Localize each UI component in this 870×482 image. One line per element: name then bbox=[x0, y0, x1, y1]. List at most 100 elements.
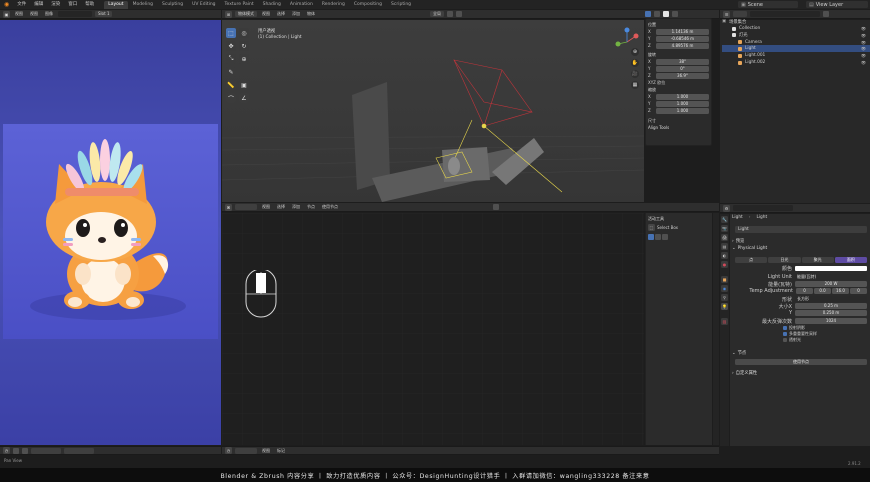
image-menu-view[interactable]: 视图 bbox=[13, 11, 25, 17]
dimensions-heading[interactable]: 尺寸 bbox=[648, 117, 709, 124]
light-data-tab-icon[interactable]: 💡 bbox=[721, 303, 728, 310]
camera-view-icon[interactable]: 🎥 bbox=[631, 70, 639, 78]
image-menu-view-2[interactable]: 视图 bbox=[28, 11, 40, 17]
cursor-tool-icon[interactable]: ◎ bbox=[239, 28, 249, 38]
tab-rendering[interactable]: Rendering bbox=[318, 1, 349, 9]
tool-tab-icon[interactable]: 🔧 bbox=[721, 216, 728, 223]
menu-file[interactable]: 文件 bbox=[13, 0, 30, 9]
world-tab-icon[interactable]: ● bbox=[721, 261, 728, 268]
transmission-checkbox[interactable] bbox=[783, 338, 787, 342]
select-mode-subtract-icon[interactable] bbox=[662, 233, 668, 240]
constraints-tab-icon[interactable]: ⚲ bbox=[721, 294, 728, 301]
viewport-menu-object[interactable]: 物体 bbox=[305, 11, 317, 17]
outliner-item[interactable]: Light.002 👁 bbox=[722, 59, 870, 66]
light-type-area[interactable]: 面积 bbox=[834, 256, 867, 263]
scene-selector[interactable]: ▣ Scene bbox=[738, 1, 798, 8]
use-nodes-toggle[interactable]: 使用节点 bbox=[320, 204, 340, 210]
outliner-search-field[interactable] bbox=[750, 11, 820, 17]
rotation-x-field[interactable]: 38° bbox=[656, 58, 709, 65]
object-tab-icon[interactable]: ■ bbox=[721, 276, 728, 283]
mis-checkbox[interactable] bbox=[783, 332, 787, 336]
output-tab-icon[interactable]: 🖨 bbox=[721, 234, 728, 241]
zoom-icon[interactable]: ⊕ bbox=[631, 48, 639, 56]
footer-menu-marker[interactable]: 标记 bbox=[275, 448, 287, 454]
transform-tool-icon[interactable]: ⊕ bbox=[239, 54, 249, 64]
size-x-field[interactable]: 0.25 m bbox=[795, 303, 867, 309]
light-type-spot[interactable]: 聚光 bbox=[801, 256, 834, 263]
shading-solid-icon[interactable] bbox=[663, 11, 669, 17]
transform-orientation-dropdown[interactable]: 全局 bbox=[430, 11, 444, 17]
select-box-icon[interactable]: ⬚ bbox=[648, 224, 655, 231]
frame-end-field[interactable] bbox=[64, 447, 94, 454]
scale-y-field[interactable]: 1.000 bbox=[656, 100, 709, 107]
temp-field-1[interactable]: 0 bbox=[796, 288, 813, 294]
render-result-selector[interactable] bbox=[58, 11, 92, 17]
light-type-sun[interactable]: 日光 bbox=[768, 256, 801, 263]
tab-scripting[interactable]: Scripting bbox=[387, 1, 415, 9]
size-y-field[interactable]: 0.250 m bbox=[795, 310, 867, 316]
shape-dropdown[interactable]: 长方形 bbox=[795, 296, 867, 302]
ortho-toggle-icon[interactable]: ▦ bbox=[631, 81, 639, 89]
select-tool-icon[interactable]: ⬚ bbox=[226, 28, 236, 38]
menu-window[interactable]: 窗口 bbox=[64, 0, 81, 9]
cast-shadow-checkbox[interactable] bbox=[783, 326, 787, 330]
filter-icon[interactable] bbox=[823, 11, 829, 17]
tab-layout[interactable]: Layout bbox=[104, 0, 128, 9]
node-menu-node[interactable]: 节点 bbox=[305, 204, 317, 210]
node-tree-type-dropdown[interactable] bbox=[235, 204, 257, 210]
render-tab-icon[interactable]: 📷 bbox=[721, 225, 728, 232]
viewport-menu-view[interactable]: 视图 bbox=[260, 11, 272, 17]
slot-selector[interactable]: Slot 1 bbox=[95, 11, 113, 17]
tab-shading[interactable]: Shading bbox=[259, 1, 285, 9]
light-unit-dropdown[interactable]: 能量(瓦特) bbox=[795, 274, 867, 280]
location-x-field[interactable]: 1.14136 m bbox=[656, 28, 709, 35]
snap-icon[interactable] bbox=[447, 11, 453, 17]
xray-icon[interactable] bbox=[654, 11, 660, 17]
select-mode-extend-icon[interactable] bbox=[655, 233, 661, 240]
node-menu-view[interactable]: 视图 bbox=[260, 204, 272, 210]
move-tool-icon[interactable]: ✥ bbox=[226, 41, 236, 51]
scale-z-field[interactable]: 1.000 bbox=[656, 107, 709, 114]
use-nodes-button[interactable]: 使用节点 bbox=[735, 359, 867, 365]
nodes-panel[interactable]: ⌄ 节点 bbox=[732, 350, 746, 357]
playback-icon[interactable] bbox=[13, 447, 19, 454]
visibility-eye-icon[interactable]: 👁 bbox=[861, 26, 866, 31]
keying-icon[interactable] bbox=[22, 447, 28, 454]
annotate-tool-icon[interactable]: ✎ bbox=[226, 67, 236, 77]
breadcrumb-data[interactable]: Light bbox=[756, 215, 767, 220]
datablock-selector[interactable]: Light bbox=[735, 226, 867, 233]
power-field[interactable]: 200 W bbox=[795, 281, 867, 287]
outliner-root[interactable]: ▣ 场景集合 bbox=[722, 18, 870, 25]
pan-hand-icon[interactable]: ✋ bbox=[631, 59, 639, 67]
scene-tab-icon[interactable]: ◐ bbox=[721, 252, 728, 259]
custom-properties-panel[interactable]: › 自定义属性 bbox=[732, 370, 757, 377]
node-menu-select[interactable]: 选择 bbox=[275, 204, 287, 210]
dopesheet-mode-dropdown[interactable] bbox=[235, 447, 257, 454]
frame-start-field[interactable] bbox=[31, 447, 61, 454]
node-menu-add[interactable]: 添加 bbox=[290, 204, 302, 210]
view-layer-tab-icon[interactable]: ▤ bbox=[721, 243, 728, 250]
physics-tab-icon[interactable]: ◉ bbox=[721, 285, 728, 292]
viewport-menu-add[interactable]: 添加 bbox=[290, 11, 302, 17]
physical-light-panel[interactable]: ⌄ Physical Light bbox=[732, 246, 767, 251]
annotate-line-tool-icon[interactable]: ⌒ bbox=[226, 93, 236, 103]
rotation-z-field[interactable]: 36.9° bbox=[656, 72, 709, 79]
properties-search-field[interactable] bbox=[733, 205, 793, 211]
tab-animation[interactable]: Animation bbox=[286, 1, 317, 9]
viewport-editor-type-icon[interactable]: ⊞ bbox=[225, 10, 232, 18]
overlay-icon[interactable] bbox=[645, 11, 651, 17]
location-z-field[interactable]: 4.89576 m bbox=[656, 42, 709, 49]
breadcrumb-object[interactable]: Light bbox=[732, 215, 743, 220]
location-y-field[interactable]: -0.68546 m bbox=[656, 35, 709, 42]
view-layer-selector[interactable]: ▤ View Layer bbox=[806, 1, 868, 8]
blender-logo-icon[interactable]: ◉ bbox=[0, 0, 13, 9]
dopesheet-editor-icon[interactable]: ◷ bbox=[225, 447, 232, 454]
rotate-tool-icon[interactable]: ↻ bbox=[239, 41, 249, 51]
menu-edit[interactable]: 编辑 bbox=[30, 0, 47, 9]
visibility-eye-icon[interactable]: 👁 bbox=[861, 53, 866, 58]
temp-field-3[interactable]: 16.0 bbox=[832, 288, 849, 294]
menu-render[interactable]: 渲染 bbox=[47, 0, 64, 9]
properties-editor-icon[interactable]: ⚙ bbox=[723, 204, 730, 212]
visibility-eye-icon[interactable]: 👁 bbox=[861, 60, 866, 65]
measure-angle-tool-icon[interactable]: ∠ bbox=[239, 93, 249, 103]
